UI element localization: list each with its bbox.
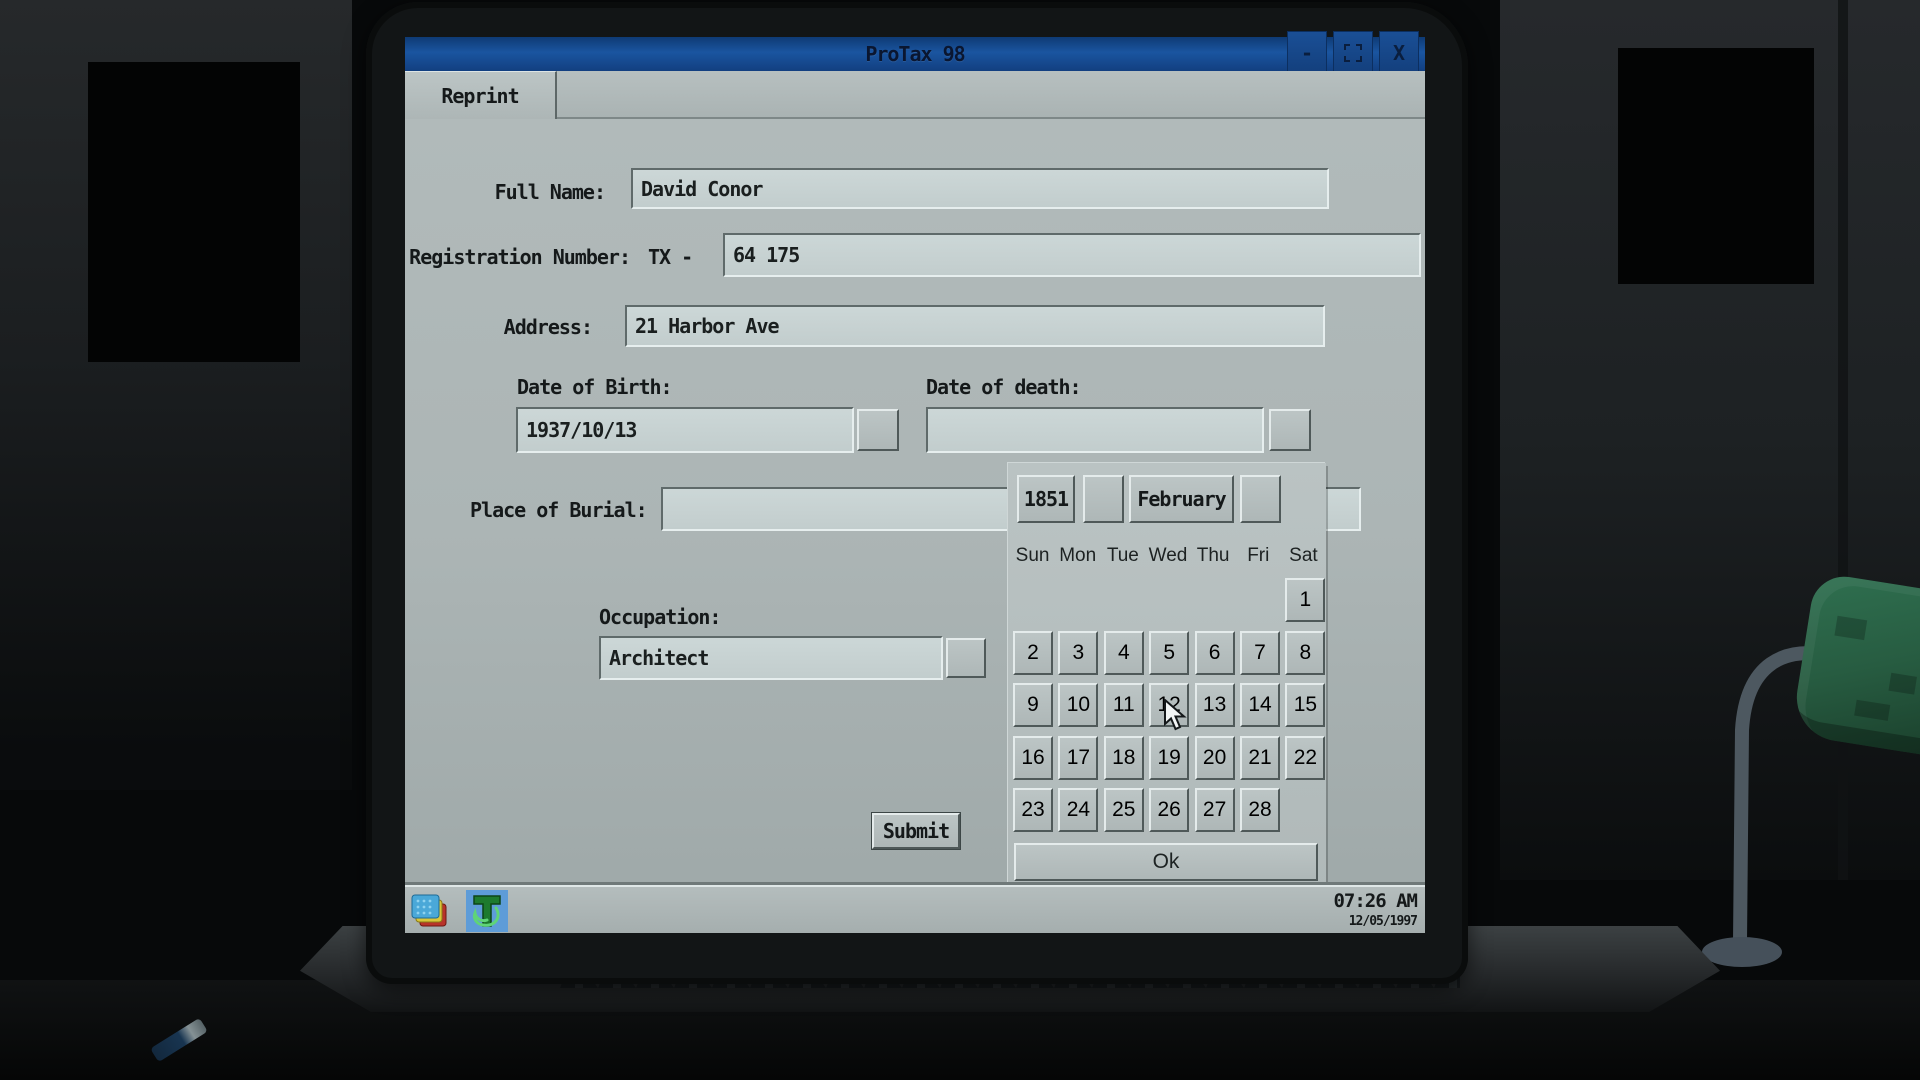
dark-window-opening (1618, 48, 1814, 284)
calendar-day-4[interactable]: 4 (1104, 631, 1144, 675)
taskbar: 07:26 AM 12/05/1997 (405, 885, 1425, 933)
occupation-picker-button[interactable] (946, 638, 986, 678)
taskbar-item-cards[interactable] (410, 892, 448, 930)
calendar-year-button[interactable]: 1851 (1017, 475, 1075, 523)
full-name-label: Full Name: (405, 180, 605, 204)
calendar-day-9[interactable]: 9 (1013, 683, 1053, 727)
calendar-weekday-header: Sun Mon Tue Wed Thu Fri Sat (1010, 545, 1326, 567)
calendar-day-25[interactable]: 25 (1104, 788, 1144, 832)
date-of-birth-picker-button[interactable] (857, 409, 899, 451)
calendar-day-15[interactable]: 15 (1285, 683, 1325, 727)
weekday-sat: Sat (1281, 545, 1326, 567)
calendar-day-19[interactable]: 19 (1149, 736, 1189, 780)
close-icon: X (1393, 41, 1405, 65)
registration-number-label: Registration Number: (405, 245, 630, 269)
calendar-day-26[interactable]: 26 (1149, 788, 1189, 832)
calendar-day-2[interactable]: 2 (1013, 631, 1053, 675)
weekday-fri: Fri (1236, 545, 1281, 567)
calendar-day-8[interactable]: 8 (1285, 631, 1325, 675)
game-scene: ProTax 98 - X Rep (0, 0, 1920, 1080)
calendar-day-22[interactable]: 22 (1285, 736, 1325, 780)
mouse-cursor (1163, 699, 1189, 733)
weekday-tue: Tue (1100, 545, 1145, 567)
weekday-sun: Sun (1010, 545, 1055, 567)
tab-reprint[interactable]: Reprint (405, 71, 557, 119)
taskbar-clock[interactable]: 07:26 AM 12/05/1997 (1333, 890, 1417, 929)
weekday-wed: Wed (1145, 545, 1190, 567)
dark-window-opening (88, 62, 300, 362)
calendar-day-7[interactable]: 7 (1240, 631, 1280, 675)
voxel-wall-left (0, 0, 352, 790)
weekday-mon: Mon (1055, 545, 1100, 567)
calendar-day-13[interactable]: 13 (1195, 683, 1235, 727)
clock-time: 07:26 AM (1333, 890, 1417, 912)
protax-logo-icon (468, 892, 506, 930)
calendar-day-18[interactable]: 18 (1104, 736, 1144, 780)
clock-date: 12/05/1997 (1333, 914, 1417, 929)
submit-button[interactable]: Submit (872, 813, 960, 849)
window-title: ProTax 98 (405, 42, 1425, 66)
calendar-day-20[interactable]: 20 (1195, 736, 1235, 780)
protax-window: ProTax 98 - X Rep (405, 37, 1425, 933)
date-of-birth-input[interactable]: 1937/10/13 (516, 407, 854, 453)
occupation-input[interactable]: Architect (599, 636, 943, 680)
window-titlebar[interactable]: ProTax 98 - X (405, 37, 1425, 71)
calendar-day-11[interactable]: 11 (1104, 683, 1144, 727)
calendar-ok-button[interactable]: Ok (1014, 843, 1318, 881)
calendar-day-5[interactable]: 5 (1149, 631, 1189, 675)
calendar-day-28[interactable]: 28 (1240, 788, 1280, 832)
weekday-thu: Thu (1191, 545, 1236, 567)
taskbar-item-protax[interactable] (468, 892, 506, 930)
minimize-button[interactable]: - (1287, 31, 1327, 75)
calendar-day-10[interactable]: 10 (1058, 683, 1098, 727)
calendar-day-6[interactable]: 6 (1195, 631, 1235, 675)
calendar-popup: 1851 February Sun Mon Tue Wed Thu Fri Sa… (1008, 463, 1326, 895)
calendar-day-16[interactable]: 16 (1013, 736, 1053, 780)
date-of-birth-label: Date of Birth: (517, 375, 672, 399)
calendar-year-spinner-button[interactable] (1083, 475, 1124, 523)
address-label: Address: (405, 315, 592, 339)
menu-bar: Reprint (405, 71, 1425, 119)
calendar-day-23[interactable]: 23 (1013, 788, 1053, 832)
stacked-cards-icon (410, 892, 448, 930)
expand-arrows-icon (1342, 42, 1364, 64)
calendar-month-spinner-button[interactable] (1240, 475, 1281, 523)
calendar-day-3[interactable]: 3 (1058, 631, 1098, 675)
date-of-death-picker-button[interactable] (1269, 409, 1311, 451)
maximize-button[interactable] (1333, 31, 1373, 75)
calendar-day-24[interactable]: 24 (1058, 788, 1098, 832)
calendar-day-1[interactable]: 1 (1285, 578, 1325, 622)
occupation-label: Occupation: (599, 605, 720, 629)
minimize-icon: - (1301, 41, 1313, 65)
date-of-death-label: Date of death: (926, 375, 1081, 399)
full-name-input[interactable]: David Conor (631, 168, 1329, 209)
registration-number-input[interactable]: 64 175 (723, 233, 1421, 277)
close-button[interactable]: X (1379, 31, 1419, 75)
calendar-day-17[interactable]: 17 (1058, 736, 1098, 780)
place-of-burial-label: Place of Burial: (470, 498, 647, 522)
calendar-day-14[interactable]: 14 (1240, 683, 1280, 727)
calendar-month-button[interactable]: February (1129, 475, 1234, 523)
calendar-day-27[interactable]: 27 (1195, 788, 1235, 832)
date-of-death-input[interactable] (926, 407, 1264, 453)
calendar-day-21[interactable]: 21 (1240, 736, 1280, 780)
registration-prefix: TX - (648, 245, 692, 269)
address-input[interactable]: 21 Harbor Ave (625, 305, 1325, 347)
